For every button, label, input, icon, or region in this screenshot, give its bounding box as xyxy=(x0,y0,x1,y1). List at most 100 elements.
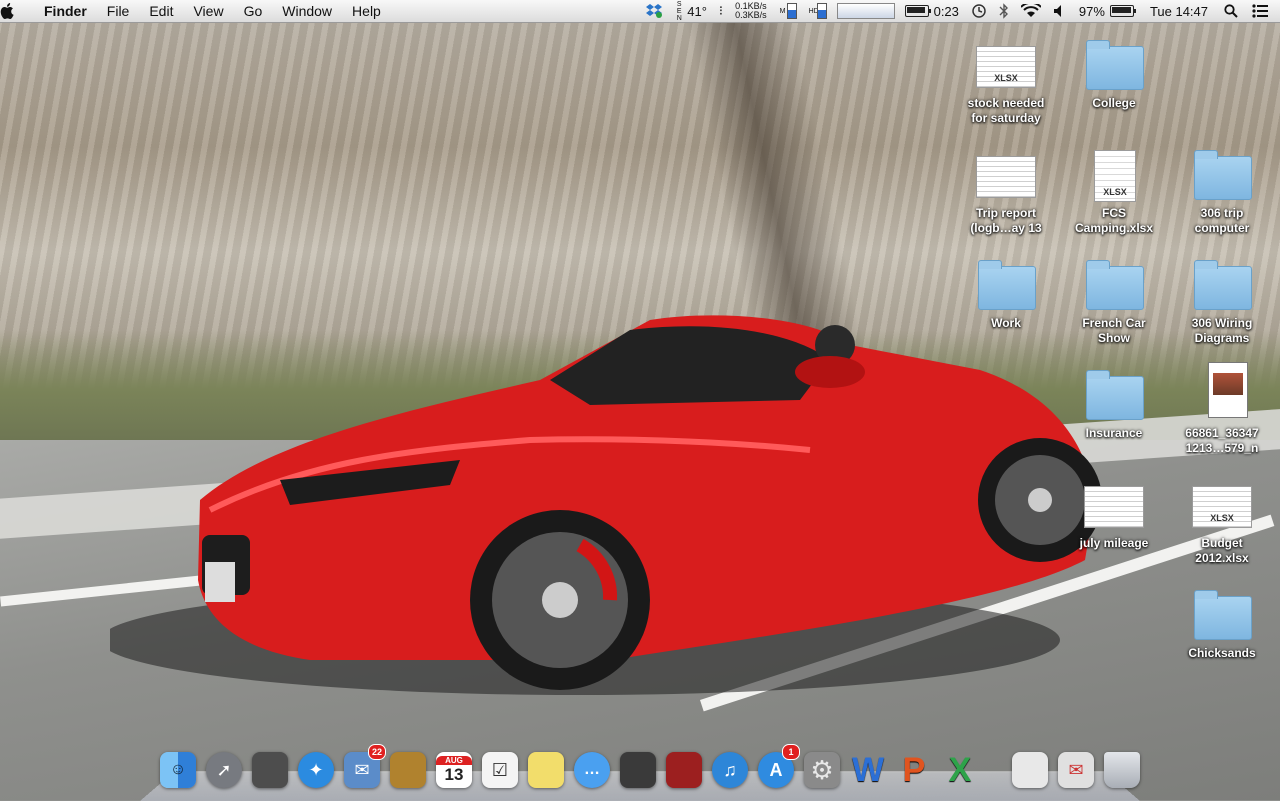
dropbox-status[interactable] xyxy=(639,0,669,22)
dock-item-finder[interactable]: ☺ xyxy=(158,750,198,790)
image-capture-icon xyxy=(252,752,288,788)
battery-status[interactable]: 97% xyxy=(1073,0,1140,22)
desktop-icon-photo-file[interactable]: 66861_36347 1213…579_n xyxy=(1172,362,1272,456)
gear-icon: ⚙ xyxy=(804,752,840,788)
camera-icon xyxy=(620,752,656,788)
desktop-icon-label: july mileage xyxy=(1079,536,1149,550)
dock-item-reminders[interactable]: ☑ xyxy=(480,750,520,790)
dock-item-contacts[interactable] xyxy=(388,750,428,790)
desktop-icon-work[interactable]: Work xyxy=(956,258,1056,331)
volume-icon[interactable] xyxy=(1047,0,1073,22)
folder-icon xyxy=(1190,588,1254,642)
dock-item-word[interactable]: W xyxy=(848,750,888,790)
desktop-icon-label: 66861_36347 1213…579_n xyxy=(1185,426,1259,455)
app-letter: P xyxy=(902,750,926,789)
dock-item-app-store[interactable]: A1 xyxy=(756,744,800,790)
desktop-icon-label: Budget 2012.xlsx xyxy=(1195,536,1249,565)
bluetooth-icon[interactable] xyxy=(993,0,1015,22)
dock-item-facetime[interactable] xyxy=(618,750,658,790)
network-speed[interactable]: 0.1KB/s 0.3KB/s xyxy=(729,2,773,20)
apple-menu-icon[interactable] xyxy=(0,3,34,19)
desktop-icon-label: French Car Show xyxy=(1082,316,1146,345)
menu-window[interactable]: Window xyxy=(272,0,342,22)
desktop-icon-label: Insurance xyxy=(1085,426,1143,440)
xlsx-document-icon: XLSX xyxy=(1082,148,1146,202)
dock-item-mail[interactable]: ✉ 22 xyxy=(342,744,386,790)
desktop-icon-306-wiring-diagrams[interactable]: 306 Wiring Diagrams xyxy=(1172,258,1272,346)
dock-item-powerpoint[interactable]: P xyxy=(894,750,934,790)
menu-file[interactable]: File xyxy=(97,0,140,22)
disk-label: HD xyxy=(808,7,819,15)
spreadsheet-icon xyxy=(1082,478,1146,532)
menu-help[interactable]: Help xyxy=(342,0,391,22)
folder-icon xyxy=(1190,258,1254,312)
dock-item-system-preferences[interactable]: ⚙ xyxy=(802,750,842,790)
wallpaper-red-car xyxy=(110,315,1102,695)
dock: ☺ ➚ ✦ ✉ 22 AUG 13 ☑ … ♫ A 1 ⚙ W P X ✉ xyxy=(158,742,1142,790)
dock-item-excel[interactable]: X xyxy=(940,750,980,790)
disk-meter[interactable]: HD xyxy=(803,0,833,22)
dock-item-safari[interactable]: ✦ xyxy=(296,750,336,790)
desktop-icon-label: College xyxy=(1092,96,1136,110)
wifi-icon[interactable] xyxy=(1015,0,1047,22)
rocket-icon: ➚ xyxy=(206,752,242,788)
folder-icon xyxy=(974,258,1038,312)
dock-item-messages[interactable]: … xyxy=(572,750,612,790)
desktop-icon-306-trip-computer[interactable]: 306 trip computer xyxy=(1172,148,1272,236)
network-download: 0.3KB/s xyxy=(735,10,767,20)
notification-badge: 1 xyxy=(782,744,800,760)
dock-item-trash[interactable] xyxy=(1102,750,1142,790)
memory-label: M xyxy=(779,7,786,15)
menu-edit[interactable]: Edit xyxy=(139,0,183,22)
desktop-icon-budget-2012[interactable]: XLSX Budget 2012.xlsx xyxy=(1172,478,1272,566)
compass-icon: ✦ xyxy=(298,752,334,788)
battery-time: 0:23 xyxy=(933,3,959,19)
battery-icon xyxy=(1109,5,1136,17)
dock-item-preview[interactable] xyxy=(1010,750,1050,790)
dock-item-image-capture[interactable] xyxy=(250,750,290,790)
dock-item-launchpad[interactable]: ➚ xyxy=(204,750,244,790)
time-machine-icon[interactable] xyxy=(965,0,993,22)
app-letter: X xyxy=(948,750,972,789)
battery-time-status[interactable]: 0:23 xyxy=(899,0,965,22)
dock-item-calendar[interactable]: AUG 13 xyxy=(434,750,474,790)
clock[interactable]: Tue 14:47 xyxy=(1140,0,1218,22)
desktop-icon-label: stock needed for saturday xyxy=(967,96,1045,125)
excel-icon: X xyxy=(942,750,978,789)
notification-badge: 22 xyxy=(368,744,386,760)
memory-meter[interactable]: M xyxy=(773,0,803,22)
desktop-icon-chicksands[interactable]: Chicksands xyxy=(1172,588,1272,661)
notification-center-icon[interactable] xyxy=(1244,0,1280,22)
desktop-icon-french-car-show[interactable]: French Car Show xyxy=(1064,258,1164,346)
desktop-icon-fcs-camping[interactable]: XLSX FCS Camping.xlsx xyxy=(1064,148,1164,236)
folder-icon xyxy=(1082,38,1146,92)
app-menu-finder[interactable]: Finder xyxy=(34,0,97,22)
spotlight-search-icon[interactable] xyxy=(1218,0,1244,22)
desktop-icon-trip-report[interactable]: Trip report (logb…ay 13 xyxy=(956,148,1056,236)
menu-go[interactable]: Go xyxy=(234,0,273,22)
desktop-icon-label: Work xyxy=(991,316,1021,330)
folder-icon xyxy=(1082,368,1146,422)
app-letter: W xyxy=(851,750,885,789)
dropbox-icon xyxy=(646,4,663,18)
desktop-icon-label: Chicksands xyxy=(1188,646,1256,660)
weather-status[interactable]: SEN 41° xyxy=(669,0,713,22)
desktop-icon-july-mileage[interactable]: july mileage xyxy=(1064,478,1164,551)
dock-item-stickies[interactable] xyxy=(526,750,566,790)
weather-temperature: 41° xyxy=(687,3,707,19)
memory-bar-icon xyxy=(786,3,797,19)
cpu-graph[interactable] xyxy=(836,3,895,19)
dock-item-mail-inbox[interactable]: ✉ xyxy=(1056,750,1096,790)
dock-item-photo-booth[interactable] xyxy=(664,750,704,790)
dock-item-itunes[interactable]: ♫ xyxy=(710,750,750,790)
separator-icon: ⁝ xyxy=(718,3,724,18)
desktop-icon-insurance[interactable]: Insurance xyxy=(1064,368,1164,441)
xlsx-document-icon: XLSX xyxy=(974,38,1038,92)
folder-icon xyxy=(1082,258,1146,312)
menu-view[interactable]: View xyxy=(183,0,233,22)
desktop-icon-label: 306 trip computer xyxy=(1194,206,1250,235)
desktop-icon-stock-needed[interactable]: XLSX stock needed for saturday xyxy=(956,38,1056,126)
desktop-icon-college[interactable]: College xyxy=(1064,38,1164,111)
desktop-icon-label: 306 Wiring Diagrams xyxy=(1191,316,1253,345)
image-file-icon xyxy=(1190,362,1254,422)
